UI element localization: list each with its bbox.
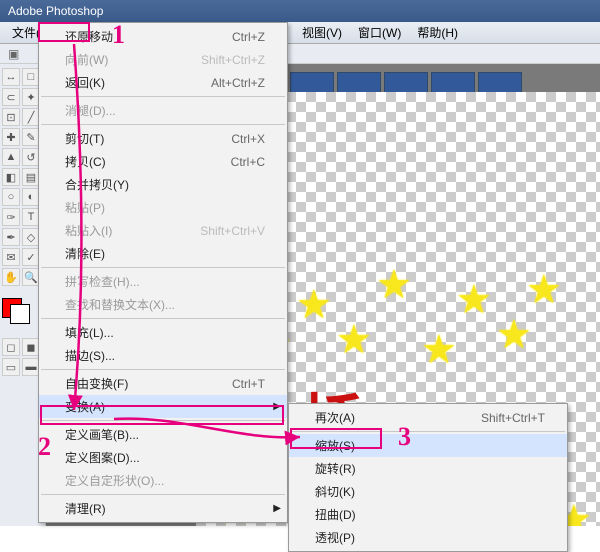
menu-stroke[interactable]: 描边(S)... [39, 344, 287, 367]
menu-spelling[interactable]: 拼写检查(H)... [39, 270, 287, 293]
menu-define-shape[interactable]: 定义自定形状(O)... [39, 469, 287, 492]
menu-cut[interactable]: 剪切(T)Ctrl+X [39, 127, 287, 150]
submenu-perspective[interactable]: 透视(P) [289, 526, 567, 549]
menu-paste-into[interactable]: 粘贴入(I)Shift+Ctrl+V [39, 219, 287, 242]
quickmask-off[interactable]: ◻ [2, 338, 20, 356]
edit-menu-dropdown: 还原移动Ctrl+Z 向前(W)Shift+Ctrl+Z 返回(K)Alt+Ct… [38, 22, 288, 523]
menu-free-transform[interactable]: 自由变换(F)Ctrl+T [39, 372, 287, 395]
submenu-distort[interactable]: 扭曲(D) [289, 503, 567, 526]
tool-crop[interactable]: ⊡ [2, 108, 20, 126]
menu-window[interactable]: 窗口(W) [350, 22, 409, 43]
menu-step-back[interactable]: 返回(K)Alt+Ctrl+Z [39, 71, 287, 94]
menu-define-pattern[interactable]: 定义图案(D)... [39, 446, 287, 469]
menu-paste[interactable]: 粘贴(P) [39, 196, 287, 219]
tool-heal[interactable]: ✚ [2, 128, 20, 146]
tool-blur[interactable]: ○ [2, 188, 20, 206]
options-icon: ▣ [8, 47, 19, 61]
doc-tab[interactable] [384, 72, 428, 94]
tool-move[interactable]: ↔ [2, 68, 20, 86]
tool-hand[interactable]: ✋ [2, 268, 20, 286]
submenu-scale[interactable]: 缩放(S) [289, 434, 567, 457]
doc-tab[interactable] [431, 72, 475, 94]
tool-pen[interactable]: ✒ [2, 228, 20, 246]
menu-clear[interactable]: 清除(E) [39, 242, 287, 265]
transform-submenu: 再次(A)Shift+Ctrl+T 缩放(S) 旋转(R) 斜切(K) 扭曲(D… [288, 403, 568, 552]
submenu-rotate[interactable]: 旋转(R) [289, 457, 567, 480]
tool-lasso[interactable]: ⊂ [2, 88, 20, 106]
submenu-again[interactable]: 再次(A)Shift+Ctrl+T [289, 406, 567, 429]
menu-help[interactable]: 帮助(H) [409, 22, 466, 43]
doc-tab[interactable] [337, 72, 381, 94]
tool-notes[interactable]: ✉ [2, 248, 20, 266]
menu-define-brush[interactable]: 定义画笔(B)... [39, 423, 287, 446]
menu-undo-move[interactable]: 还原移动Ctrl+Z [39, 25, 287, 48]
tool-path[interactable]: ✑ [2, 208, 20, 226]
menu-fill[interactable]: 填充(L)... [39, 321, 287, 344]
menu-transform[interactable]: 变换(A)▶ [39, 395, 287, 418]
screen-std[interactable]: ▭ [2, 358, 20, 376]
menu-view[interactable]: 视图(V) [294, 22, 350, 43]
submenu-arrow-icon: ▶ [273, 503, 281, 514]
doc-tab[interactable] [290, 72, 334, 94]
submenu-arrow-icon: ▶ [273, 401, 281, 412]
doc-tab[interactable] [478, 72, 522, 94]
menu-copy[interactable]: 拷贝(C)Ctrl+C [39, 150, 287, 173]
background-color[interactable] [10, 304, 30, 324]
menu-fade[interactable]: 消褪(D)... [39, 99, 287, 122]
app-title: Adobe Photoshop [8, 4, 103, 18]
menu-step-forward[interactable]: 向前(W)Shift+Ctrl+Z [39, 48, 287, 71]
menu-purge[interactable]: 清理(R)▶ [39, 497, 287, 520]
menu-copy-merged[interactable]: 合并拷贝(Y) [39, 173, 287, 196]
tool-eraser[interactable]: ◧ [2, 168, 20, 186]
tool-stamp[interactable]: ▲ [2, 148, 20, 166]
menu-find-replace[interactable]: 查找和替换文本(X)... [39, 293, 287, 316]
title-bar: Adobe Photoshop [0, 0, 600, 22]
submenu-skew[interactable]: 斜切(K) [289, 480, 567, 503]
